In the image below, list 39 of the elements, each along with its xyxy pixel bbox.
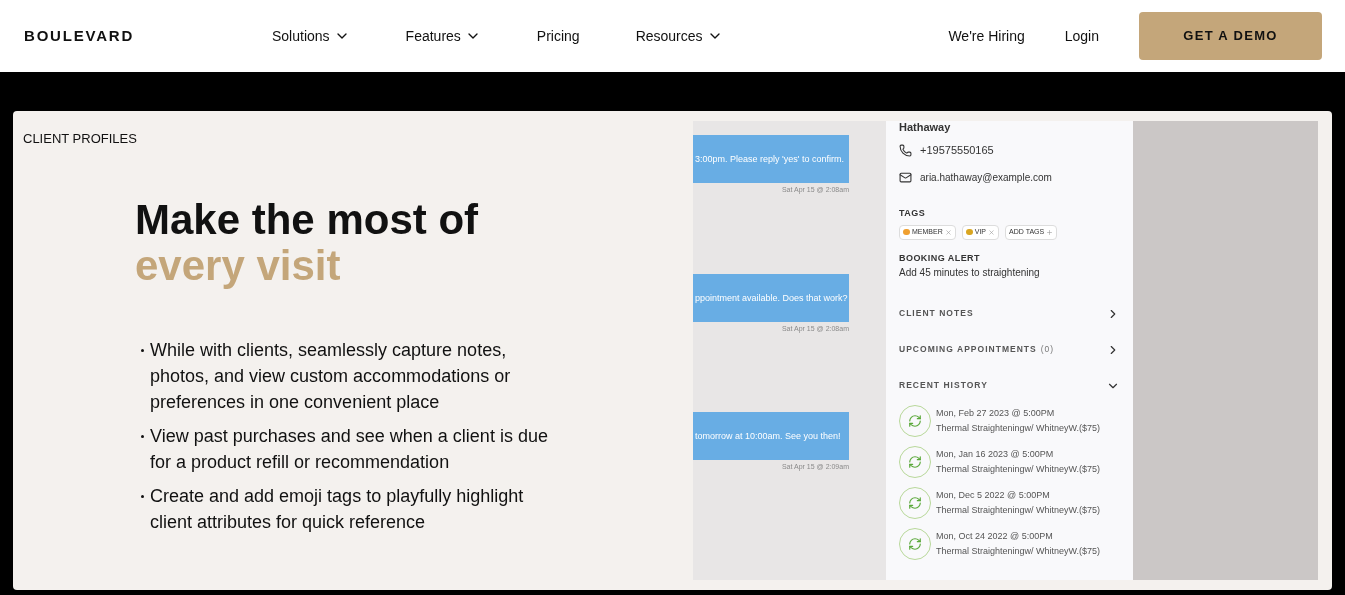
bullet-text: View past purchases and see when a client is due for a product refill or recommendation [150, 424, 549, 474]
heading-accent: every visit [135, 242, 342, 289]
nav-link[interactable]: Login [1064, 25, 1099, 47]
nav-link[interactable]: Pricing [536, 25, 580, 47]
history-service: Thermal Straighteningw/ WhitneyW.($75) [936, 463, 1101, 476]
tags-label: TAGS [899, 206, 927, 220]
bullet-text: Create and add emoji tags to playfully highlight client attributes for quick reference [150, 484, 525, 534]
logo[interactable]: BOULEVARD [24, 24, 272, 48]
history-date: Mon, Feb 27 2023 @ 5:00PM [936, 407, 1056, 420]
client-name: Hathaway [899, 121, 952, 133]
phone-icon [899, 143, 912, 157]
message-bubble: 3:00pm. Please reply 'yes' to confirm. [693, 135, 849, 183]
history-date: Mon, Jan 16 2023 @ 5:00PM [936, 448, 1055, 461]
bullet-text: While with clients, seamlessly capture notes, photos, and view custom accommodations or preferences in one convenient place [150, 338, 512, 414]
heading: Make the most of [135, 196, 480, 243]
section-row[interactable]: RECENT HISTORY [899, 376, 1120, 395]
email-address: aria.hathaway@example.com [920, 170, 1052, 185]
history-service: Thermal Straighteningw/ WhitneyW.($75) [936, 545, 1101, 558]
nav-link[interactable]: Solutions [272, 25, 350, 47]
alert-text: Add 45 minutes to straightening [899, 266, 1041, 280]
nav-link[interactable]: Features [405, 25, 481, 47]
history-service: Thermal Straighteningw/ WhitneyW.($75) [936, 422, 1101, 435]
eyebrow-label: CLIENT PROFILES [23, 130, 138, 148]
history-date: Mon, Dec 5 2022 @ 5:00PM [936, 489, 1051, 502]
section-row[interactable]: CLIENT NOTES [899, 304, 1120, 323]
close-icon [944, 228, 952, 236]
mail-icon [899, 170, 912, 184]
get-demo-button[interactable]: GET A DEMO [1139, 12, 1322, 60]
message-bubble: ppointment available. Does that work? [693, 273, 849, 322]
section-row[interactable]: UPCOMING APPOINTMENTS (0) [899, 340, 1120, 359]
close-icon [988, 228, 996, 236]
nav-link[interactable]: Resources [635, 25, 723, 47]
history-date: Mon, Oct 24 2022 @ 5:00PM [936, 530, 1054, 543]
alert-label: BOOKING ALERT [899, 251, 981, 265]
nav-link[interactable]: We're Hiring [948, 25, 1025, 47]
message-bubble: tomorrow at 10:00am. See you then! [693, 412, 849, 460]
history-service: Thermal Straighteningw/ WhitneyW.($75) [936, 504, 1101, 517]
phone-number: +19575550165 [920, 143, 994, 158]
plus-icon [1046, 228, 1054, 236]
